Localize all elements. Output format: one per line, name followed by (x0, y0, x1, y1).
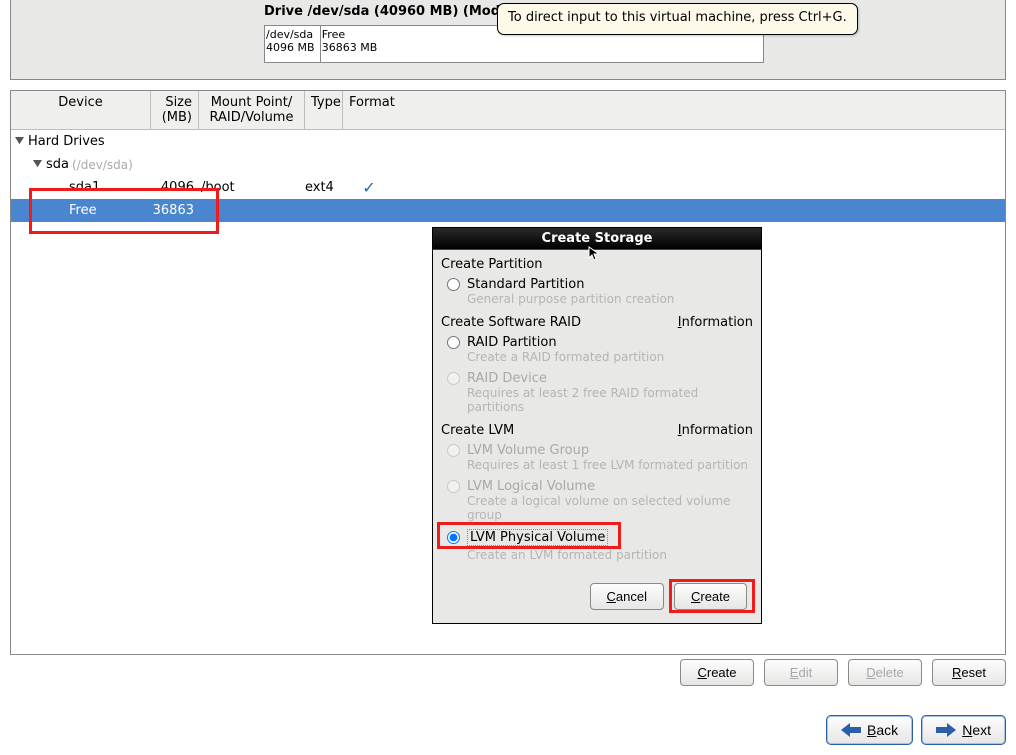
drive-title: Drive /dev/sda (40960 MB) (Model: (264, 4, 519, 19)
col-format[interactable]: Format (343, 91, 395, 129)
create-button[interactable]: Create (680, 659, 754, 686)
tree-root-label: Hard Drives (28, 134, 105, 149)
raid-info-link[interactable]: IInformationnformation (678, 315, 753, 330)
col-device[interactable]: Device (11, 91, 151, 129)
option-raid-device: RAID Device (441, 369, 753, 386)
hint-lvm-pv: Create an LVM formated partition (441, 548, 753, 567)
create-storage-dialog: Create Storage Create Partition Standard… (432, 227, 762, 624)
col-mount[interactable]: Mount Point/ RAID/Volume (199, 91, 305, 129)
section-create-raid: Create Software RAID (441, 315, 581, 330)
delete-button: Delete (848, 659, 922, 686)
back-button[interactable]: Back (826, 715, 913, 745)
radio-standard-partition[interactable] (447, 278, 460, 291)
tree-disk-row[interactable]: sda (/dev/sda) (11, 153, 1005, 176)
hint-raid-partition: Create a RAID formated partition (441, 350, 753, 369)
dialog-create-button[interactable]: Create (674, 583, 747, 610)
wizard-nav: Back Next (10, 715, 1006, 745)
expand-icon[interactable] (33, 160, 42, 169)
col-size[interactable]: Size (MB) (151, 91, 199, 129)
next-button[interactable]: Next (921, 715, 1006, 745)
hint-standard-partition: General purpose partition creation (441, 292, 753, 311)
arrow-right-icon (936, 723, 956, 737)
vm-input-tooltip: To direct input to this virtual machine,… (497, 3, 858, 35)
dialog-cancel-button[interactable]: Cancel (590, 583, 664, 610)
drive-seg-sda1: /dev/sda 4096 MB (265, 26, 321, 62)
option-raid-partition[interactable]: RAID Partition (441, 333, 753, 350)
dialog-titlebar[interactable]: Create Storage (433, 228, 761, 250)
expand-icon[interactable] (15, 137, 24, 146)
option-standard-partition[interactable]: Standard Partition (441, 275, 753, 292)
section-create-partition: Create Partition (441, 257, 753, 272)
radio-lvm-lv (447, 480, 460, 493)
hint-lvm-vg: Requires at least 1 free LVM formated pa… (441, 458, 753, 477)
option-lvm-pv[interactable]: LVM Physical Volume (441, 527, 608, 546)
tree-disk-label: sda (46, 157, 69, 172)
tree-root-row[interactable]: Hard Drives (11, 130, 1005, 153)
hint-raid-device: Requires at least 2 free RAID formated p… (441, 386, 753, 419)
partition-panel: Device Size (MB) Mount Point/ RAID/Volum… (10, 90, 1006, 655)
tree-disk-path: (/dev/sda) (72, 158, 133, 172)
radio-raid-partition[interactable] (447, 336, 460, 349)
radio-lvm-vg (447, 444, 460, 457)
reset-button[interactable]: Reset (932, 659, 1006, 686)
arrow-left-icon (841, 723, 861, 737)
hint-lvm-lv: Create a logical volume on selected volu… (441, 494, 753, 527)
check-icon: ✓ (362, 178, 375, 197)
edit-button: Edit (764, 659, 838, 686)
option-lvm-vg: LVM Volume Group (441, 441, 753, 458)
panel-actions: Create Edit Delete Reset (10, 659, 1006, 686)
tree-free-row[interactable]: Free 36863 (11, 199, 1005, 222)
tree-partition-row[interactable]: sda1 4096 /boot ext4 ✓ (11, 176, 1005, 199)
partition-tree[interactable]: Hard Drives sda (/dev/sda) sda1 4096 /bo… (11, 130, 1005, 222)
section-create-lvm: Create LVM (441, 423, 514, 438)
col-type[interactable]: Type (305, 91, 343, 129)
lvm-info-link[interactable]: Information (678, 423, 753, 438)
column-headers: Device Size (MB) Mount Point/ RAID/Volum… (11, 91, 1005, 130)
radio-lvm-pv[interactable] (447, 531, 460, 544)
option-lvm-lv: LVM Logical Volume (441, 477, 753, 494)
radio-raid-device (447, 372, 460, 385)
